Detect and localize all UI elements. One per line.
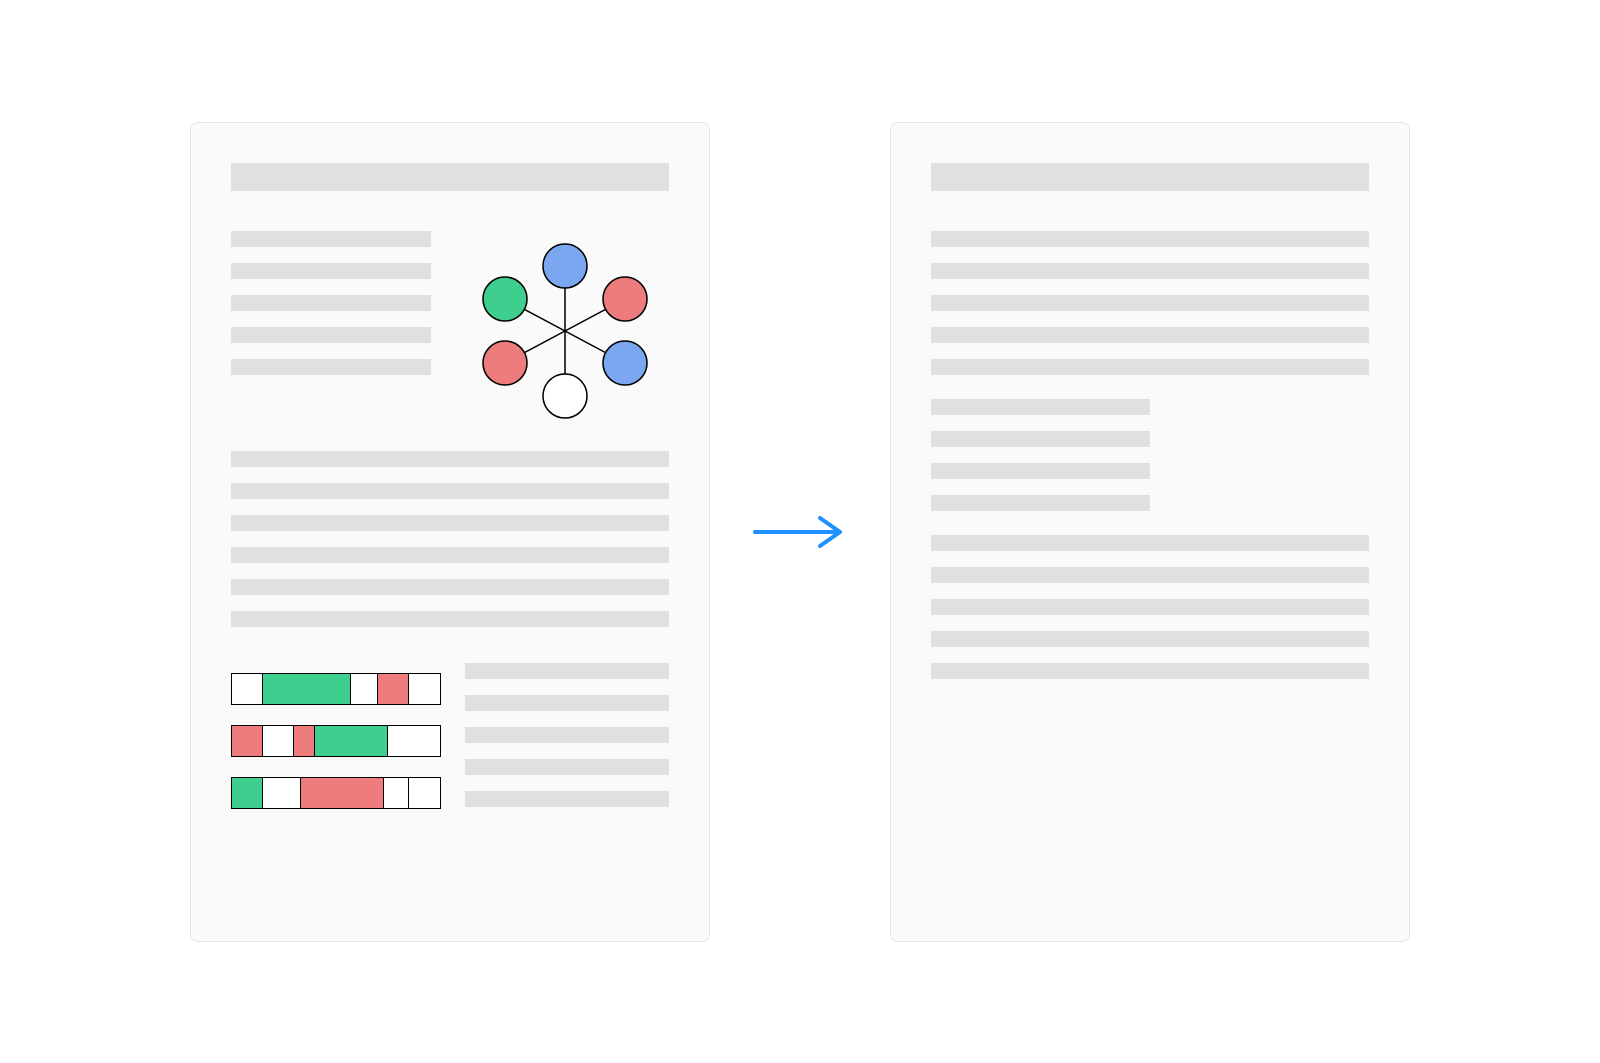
text-line [465, 695, 669, 711]
text-line [231, 263, 431, 279]
text-line [231, 483, 669, 499]
target-text-block-3 [931, 535, 1369, 695]
transform-arrow [750, 512, 850, 552]
text-line [231, 611, 669, 627]
source-middle-text [231, 451, 669, 643]
text-line [465, 727, 669, 743]
arrow-right-icon [750, 512, 850, 552]
network-graph-icon [455, 231, 675, 431]
segment-bar-1 [231, 673, 441, 705]
text-line [931, 295, 1369, 311]
text-line [931, 231, 1369, 247]
target-document [890, 122, 1410, 942]
text-line [231, 515, 669, 531]
segment-bar-2 [231, 725, 441, 757]
text-line [931, 535, 1369, 551]
text-line [931, 399, 1150, 415]
text-line [231, 579, 669, 595]
text-line [931, 631, 1369, 647]
text-line [931, 463, 1150, 479]
network-graph-container [455, 231, 675, 431]
text-line [931, 431, 1150, 447]
text-line [931, 359, 1369, 375]
text-line [465, 759, 669, 775]
text-line [231, 327, 431, 343]
target-text-block-1 [931, 231, 1369, 391]
text-line [931, 663, 1369, 679]
text-line [931, 495, 1150, 511]
text-line [231, 231, 431, 247]
text-line [931, 599, 1369, 615]
text-line [231, 547, 669, 563]
text-line [465, 663, 669, 679]
target-title-bar [931, 163, 1369, 191]
text-line [231, 295, 431, 311]
text-line [231, 451, 669, 467]
source-bottom-row [231, 663, 669, 823]
text-line [931, 263, 1369, 279]
text-line [931, 567, 1369, 583]
source-top-row [231, 231, 669, 431]
target-text-block-2 [931, 399, 1369, 527]
source-bottom-text [465, 663, 669, 823]
text-line [931, 327, 1369, 343]
source-document [190, 122, 710, 942]
segment-bar-3 [231, 777, 441, 809]
text-line [231, 359, 431, 375]
text-line [465, 791, 669, 807]
segment-bars [231, 663, 441, 823]
source-top-text [231, 231, 431, 431]
source-title-bar [231, 163, 669, 191]
